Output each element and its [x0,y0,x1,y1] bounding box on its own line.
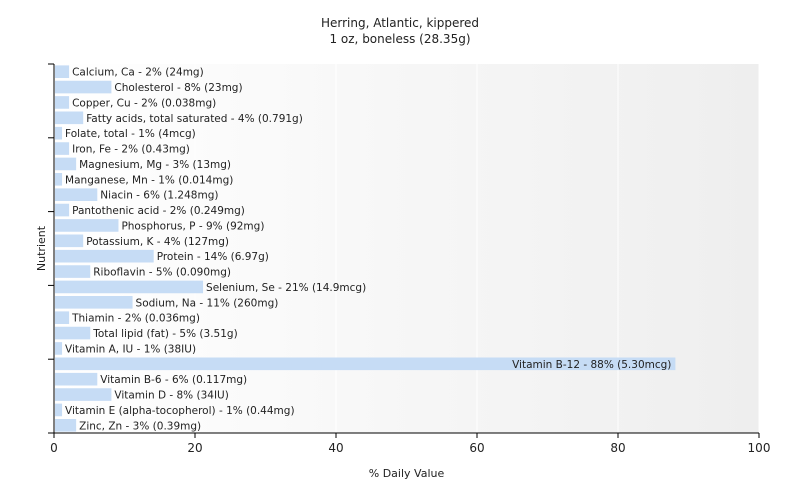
data-label: Pantothenic acid - 2% (0.249mg) [72,205,245,217]
data-label: Thiamin - 2% (0.036mg) [71,313,200,325]
bar [55,203,70,217]
bar [55,96,70,109]
bar [55,388,112,401]
data-label: Phosphorus, P - 9% (92mg) [121,220,264,232]
bar [55,372,98,386]
bar [55,142,70,155]
data-label: Copper, Cu - 2% (0.038mg) [72,97,216,109]
x-tick-label: 20 [187,441,202,455]
bar [55,311,70,324]
data-label: Vitamin B-12 - 88% (5.30mcg) [512,359,671,371]
data-label: Vitamin E (alpha-tocopherol) - 1% (0.44m… [65,405,294,417]
bar [55,419,77,432]
x-tick-label: 40 [328,441,343,455]
x-tick-label: 100 [748,441,771,455]
chart: Herring, Atlantic, kippered 1 oz, bonele… [0,0,800,500]
data-label: Cholesterol - 8% (23mg) [114,82,242,94]
bar [55,157,77,171]
bar [55,173,63,186]
data-label: Niacin - 6% (1.248mg) [100,190,218,202]
y-axis-title: Nutrient [35,225,48,271]
bar [55,403,63,417]
data-label: Sodium, Na - 11% (260mg) [136,297,279,309]
data-label: Folate, total - 1% (4mcg) [65,128,196,140]
bar [55,234,84,248]
data-label: Vitamin D - 8% (34IU) [114,390,228,402]
x-axis-title: % Daily Value [369,467,445,480]
bar [55,219,119,232]
data-label: Zinc, Zn - 3% (0.39mg) [79,420,201,432]
data-label: Iron, Fe - 2% (0.43mg) [72,144,190,156]
data-label: Vitamin A, IU - 1% (38IU) [65,343,196,355]
data-label: Total lipid (fat) - 5% (3.51g) [92,328,237,340]
bar [55,342,63,355]
data-label: Potassium, K - 4% (127mg) [86,236,229,248]
data-label: Fatty acids, total saturated - 4% (0.791… [86,113,303,125]
data-label: Magnesium, Mg - 3% (13mg) [79,159,231,171]
bar [55,265,91,278]
data-label: Selenium, Se - 21% (14.9mcg) [206,282,366,294]
bar [55,188,98,201]
data-label: Calcium, Ca - 2% (24mg) [72,67,204,79]
x-tick-label: 80 [610,441,625,455]
bar [55,249,154,263]
bar [55,326,91,340]
x-tick-label: 60 [469,441,484,455]
bar [55,111,84,125]
data-label: Manganese, Mn - 1% (0.014mg) [65,174,233,186]
plot-area: Calcium, Ca - 2% (24mg) Cholesterol - 8% … [35,63,771,480]
data-label: Protein - 14% (6.97g) [157,251,269,263]
data-label: Vitamin B-6 - 6% (0.117mg) [100,374,247,386]
bar [55,65,70,78]
data-label: Riboflavin - 5% (0.090mg) [93,267,231,279]
bar [55,280,204,294]
bar [55,126,63,140]
bar [55,296,133,309]
bar [55,80,112,94]
x-tick-label: 0 [50,441,58,455]
